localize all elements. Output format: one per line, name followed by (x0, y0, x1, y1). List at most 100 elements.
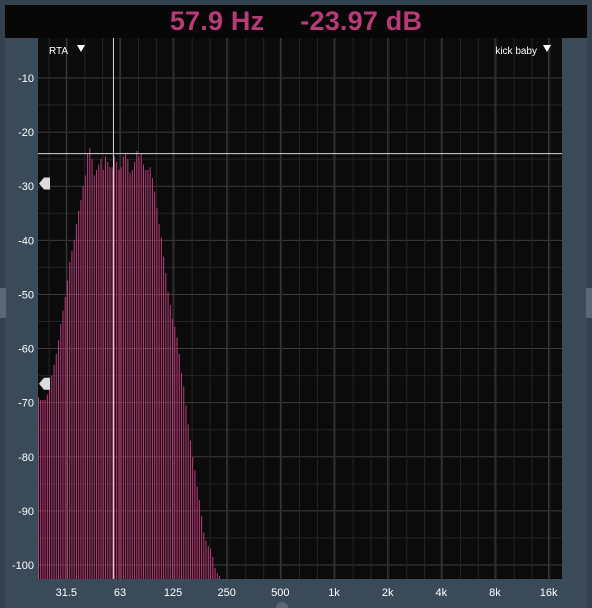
spectrum-bar (205, 540, 207, 579)
plot-frame: -10 -20 -30 -40 -50 -60 -70 -80 -90 -100 31.5 63 12… (5, 38, 587, 608)
x-tick-label: 16k (540, 587, 558, 599)
spectrum-bar (51, 375, 53, 579)
spectrum-bar (185, 405, 187, 579)
spectrum-bar (183, 386, 185, 579)
y-tick-label: -50 (18, 289, 34, 301)
spectrum-bar (44, 399, 46, 579)
spectrum-bar (73, 240, 75, 579)
spectrum-bar (62, 310, 64, 579)
spectrum-bar (38, 399, 39, 579)
y-tick-label: -10 (18, 73, 34, 85)
spectrum-bar (218, 575, 221, 579)
spectrum-bar (104, 156, 106, 579)
spectrum-bar (129, 172, 131, 579)
x-tick-label: 8k (489, 587, 501, 599)
y-tick-label: -80 (18, 452, 34, 464)
spectrum-bar (198, 500, 200, 579)
spectrum-bar (156, 207, 158, 579)
spectrum-bar (203, 532, 205, 579)
spectrum-bar (145, 169, 147, 580)
spectrum-bar (64, 297, 66, 579)
spectrum-bar (107, 161, 109, 579)
level-readout: -23.97 dB (300, 6, 423, 36)
spectrum-bar (69, 261, 71, 579)
spectrum-bar (71, 251, 73, 579)
spectrum-bar (40, 399, 42, 579)
spectrum-bar (151, 178, 153, 580)
spectrum-bar (98, 164, 100, 579)
spectrum-bar (66, 280, 68, 579)
spectrum-bar (180, 372, 183, 579)
spectrum-bar (84, 175, 86, 579)
spectrum-bar (169, 305, 171, 579)
spectrum-bar (82, 186, 84, 579)
preset-label: kick baby (495, 46, 537, 57)
spectrum-bar (116, 161, 118, 579)
spectrum-bar (87, 153, 89, 579)
spectrum-bar (91, 159, 93, 580)
x-tick-label: 1k (328, 587, 340, 599)
y-axis-ticks: -10 -20 -30 -40 -50 -60 -70 -80 -90 -100 (12, 73, 34, 572)
spectrum-bar (109, 167, 111, 579)
spectrum-bar (134, 161, 136, 579)
spectrum-bar (111, 167, 113, 579)
spectrum-bar (189, 440, 191, 579)
spectrum-bar (207, 546, 209, 579)
spectrum-bar (58, 340, 60, 579)
spectrum-bar (53, 364, 55, 579)
spectrum-bar (75, 224, 77, 579)
spectrum-bar (149, 167, 151, 579)
y-tick-label: -40 (18, 235, 34, 247)
spectrum-bar (120, 167, 122, 579)
y-tick-label: -90 (18, 506, 34, 518)
spectrum-bar (60, 324, 62, 579)
spectrum-bar (46, 394, 48, 579)
spectrum-bar (136, 151, 138, 580)
spectrum-bar (178, 353, 180, 579)
resize-notch[interactable] (276, 602, 288, 608)
cursor-readout-bar: 57.9 Hz -23.97 dB (5, 5, 587, 38)
spectrum-bar (102, 169, 104, 580)
spectrum-bar (216, 573, 218, 579)
spectrum-bar (192, 456, 194, 579)
spectrum-bar (96, 169, 98, 580)
spectrum-bar (147, 169, 149, 580)
spectrum-bar (42, 399, 44, 579)
spectrum-bar (194, 470, 196, 579)
spectrum-bar (138, 156, 140, 579)
spectrum-bar (174, 326, 176, 579)
x-tick-label: 500 (271, 587, 289, 599)
y-tick-label: -100 (12, 560, 34, 572)
spectrum-bar (176, 337, 178, 579)
spectrum-bar (122, 156, 124, 579)
spectrum-bar (163, 256, 165, 579)
spectrum-bar (165, 272, 167, 579)
frequency-readout: 57.9 Hz (169, 6, 265, 36)
rta-analyzer-window: 57.9 Hz -23.97 dB -10 -20 -30 -40 -50 -60 -70-… (0, 0, 592, 608)
spectrum-bar (160, 237, 162, 579)
y-tick-label: -20 (18, 127, 34, 139)
y-tick-label: -60 (18, 344, 34, 356)
spectrum-bar (210, 548, 212, 579)
left-edge-handle[interactable] (0, 288, 6, 318)
spectrum-bar (154, 191, 156, 579)
spectrum-bar (125, 153, 127, 579)
spectrum-bar (80, 199, 82, 579)
spectrum-bar (89, 148, 91, 579)
spectrum-bar (78, 210, 80, 579)
x-tick-label: 2k (382, 587, 394, 599)
spectrum-bar (93, 175, 95, 579)
spectrum-chart[interactable]: -10 -20 -30 -40 -50 -60 -70 -80 -90 -100 31.5 63 12… (5, 38, 587, 608)
spectrum-bar (212, 556, 214, 579)
spectrum-bar (118, 169, 120, 580)
spectrum-bar (55, 353, 57, 579)
y-tick-label: -70 (18, 398, 34, 410)
spectrum-bar (201, 516, 203, 579)
x-tick-label: 63 (114, 587, 126, 599)
x-tick-label: 125 (164, 587, 182, 599)
right-edge-handle[interactable] (586, 288, 592, 318)
x-axis-ticks: 31.5 63 125 250 500 1k 2k 4k 8k 16k (56, 587, 558, 599)
spectrum-bar (113, 156, 115, 579)
spectrum-bar (100, 159, 102, 580)
spectrum-bar (49, 386, 51, 579)
